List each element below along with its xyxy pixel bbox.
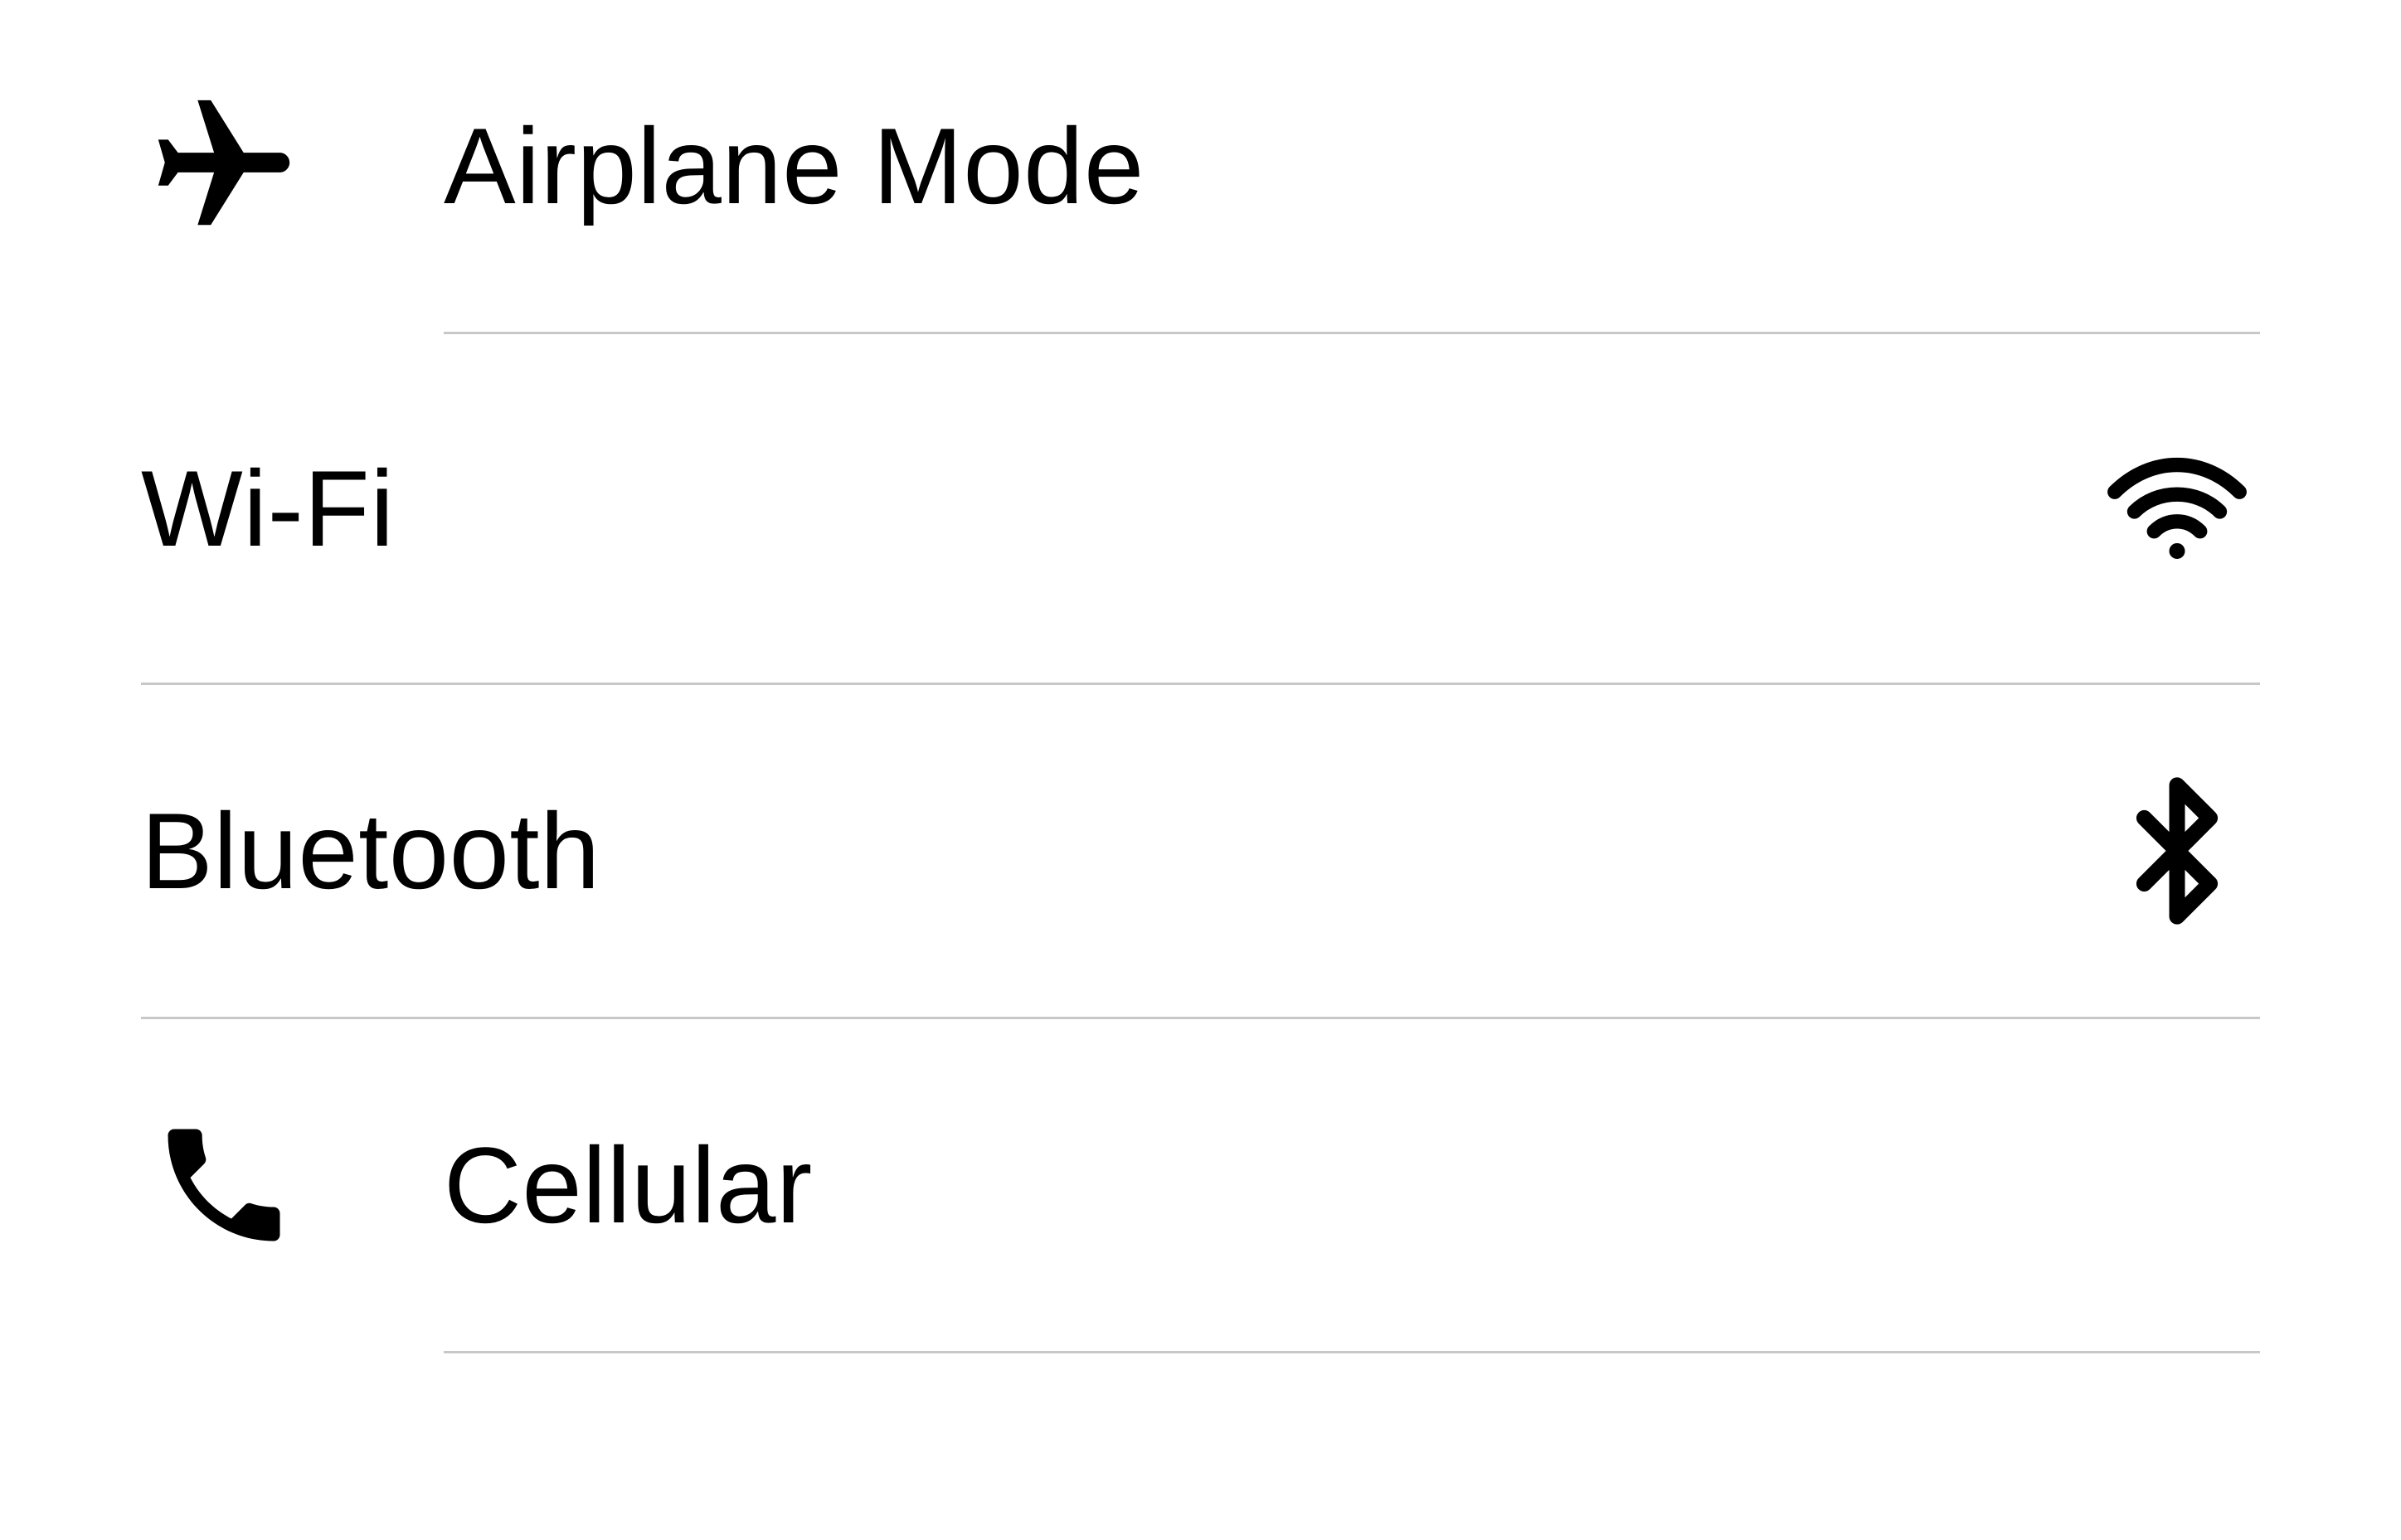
settings-row-airplane-mode[interactable]: Airplane Mode [141, 0, 2260, 332]
settings-row-cellular[interactable]: Cellular [141, 1019, 2260, 1351]
phone-icon [141, 1102, 307, 1268]
settings-row-label: Airplane Mode [444, 112, 1145, 220]
settings-row-label: Cellular [444, 1131, 813, 1239]
row-separator [444, 1351, 2260, 1353]
wifi-icon [2094, 425, 2260, 591]
bluetooth-icon [2094, 768, 2260, 934]
settings-row-label: Wi-Fi [141, 454, 395, 562]
settings-row-bluetooth[interactable]: Bluetooth [141, 685, 2260, 1017]
airplane-icon [141, 83, 307, 249]
settings-list: Airplane Mode Wi-Fi Bluetooth [0, 0, 2401, 1353]
settings-row-label: Bluetooth [141, 797, 600, 905]
settings-row-wifi[interactable]: Wi-Fi [141, 334, 2260, 683]
